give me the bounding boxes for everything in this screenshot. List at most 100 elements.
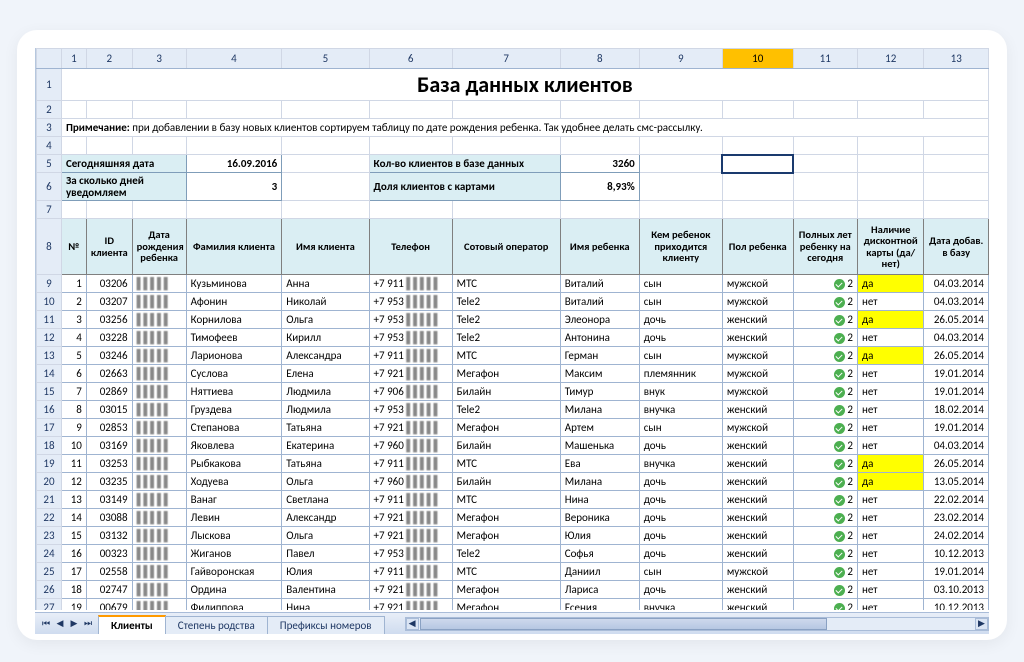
scroll-right-icon[interactable]: ▶ [975, 618, 988, 630]
cell[interactable] [857, 173, 924, 201]
row-header[interactable]: 13 [37, 347, 62, 365]
sheet-tab[interactable]: Степень родства [165, 616, 268, 634]
cell-birthdate-redacted[interactable]: ▌▌▌▌▌ [132, 419, 186, 437]
cell-date-added[interactable]: 19.01.2014 [924, 563, 989, 581]
cell-operator[interactable]: Мегафон [452, 599, 560, 610]
cell[interactable] [132, 101, 186, 119]
cell-id[interactable]: 03246 [86, 347, 132, 365]
cell[interactable] [282, 155, 369, 173]
cell-phone[interactable]: +7 911 ▌▌▌▌▌ [369, 347, 452, 365]
cell-id[interactable]: 03132 [86, 527, 132, 545]
table-column-header[interactable]: Полных лет ребенку на сегодня [793, 219, 857, 275]
cell-date-added[interactable]: 03.10.2013 [924, 581, 989, 599]
cell-age[interactable]: 2 [793, 473, 857, 491]
cell-date-added[interactable]: 04.03.2014 [924, 293, 989, 311]
cell-lastname[interactable]: Кузьминова [186, 275, 282, 293]
tab-next-icon[interactable]: ▶ [67, 617, 81, 631]
cell-child-name[interactable]: Лариса [560, 581, 639, 599]
cell[interactable] [722, 173, 793, 201]
cell-n[interactable]: 4 [61, 329, 86, 347]
table-column-header[interactable]: ID клиента [86, 219, 132, 275]
row-header[interactable]: 1 [37, 69, 62, 101]
row-header[interactable]: 14 [37, 365, 62, 383]
cell[interactable] [452, 137, 560, 155]
cell-date-added[interactable]: 13.05.2014 [924, 473, 989, 491]
table-column-header[interactable]: Кем ребенок приходится клиенту [639, 219, 722, 275]
table-column-header[interactable]: Сотовый оператор [452, 219, 560, 275]
cell-date-added[interactable]: 04.03.2014 [924, 275, 989, 293]
cell-relation[interactable]: сын [639, 419, 722, 437]
cell-child-name[interactable]: Даниил [560, 563, 639, 581]
cell[interactable] [452, 101, 560, 119]
cell[interactable] [639, 101, 722, 119]
cell[interactable] [924, 201, 989, 219]
table-column-header[interactable]: № [61, 219, 86, 275]
cell-has-card[interactable]: нет [857, 509, 924, 527]
column-header[interactable]: 3 [132, 49, 186, 69]
cell-date-added[interactable]: 24.02.2014 [924, 527, 989, 545]
cell-birthdate-redacted[interactable]: ▌▌▌▌▌ [132, 365, 186, 383]
cell-lastname[interactable]: Ходуева [186, 473, 282, 491]
cell[interactable] [86, 137, 132, 155]
cell-age[interactable]: 2 [793, 383, 857, 401]
row-header[interactable]: 22 [37, 509, 62, 527]
scroll-left-icon[interactable]: ◀ [406, 618, 419, 630]
cell-has-card[interactable]: да [857, 347, 924, 365]
cell-relation[interactable]: племянник [639, 365, 722, 383]
cell-firstname[interactable]: Нина [282, 599, 369, 610]
cell-has-card[interactable]: нет [857, 365, 924, 383]
cell-sex[interactable]: женский [722, 311, 793, 329]
cell-phone[interactable]: +7 921 ▌▌▌▌▌ [369, 509, 452, 527]
cell-date-added[interactable]: 18.02.2014 [924, 401, 989, 419]
cell-age[interactable]: 2 [793, 365, 857, 383]
row-header[interactable]: 3 [37, 119, 62, 137]
row-header[interactable]: 9 [37, 275, 62, 293]
cell[interactable] [924, 173, 989, 201]
row-header[interactable]: 21 [37, 491, 62, 509]
cell-operator[interactable]: Мегафон [452, 365, 560, 383]
cell-date-added[interactable]: 26.05.2014 [924, 455, 989, 473]
cell-id[interactable]: 02558 [86, 563, 132, 581]
cell-firstname[interactable]: Валентина [282, 581, 369, 599]
horizontal-scrollbar[interactable]: ◀ ▶ [405, 617, 989, 631]
cell-age[interactable]: 2 [793, 509, 857, 527]
cell-birthdate-redacted[interactable]: ▌▌▌▌▌ [132, 383, 186, 401]
table-column-header[interactable]: Дата добав. в базу [924, 219, 989, 275]
cell-relation[interactable]: сын [639, 275, 722, 293]
cell-operator[interactable]: Мегафон [452, 581, 560, 599]
cell-relation[interactable]: дочь [639, 311, 722, 329]
cell-firstname[interactable]: Людмила [282, 383, 369, 401]
cell-relation[interactable]: сын [639, 347, 722, 365]
cell-age[interactable]: 2 [793, 401, 857, 419]
cell[interactable] [186, 137, 282, 155]
cell-birthdate-redacted[interactable]: ▌▌▌▌▌ [132, 563, 186, 581]
cell[interactable] [132, 201, 186, 219]
row-header[interactable]: 2 [37, 101, 62, 119]
cell-firstname[interactable]: Елена [282, 365, 369, 383]
row-header[interactable]: 10 [37, 293, 62, 311]
cell-operator[interactable]: МТС [452, 275, 560, 293]
cell-date-added[interactable]: 10.12.2013 [924, 599, 989, 610]
row-header[interactable]: 8 [37, 219, 62, 275]
table-column-header[interactable]: Наличие дисконтной карты (да/нет) [857, 219, 924, 275]
cell-id[interactable]: 03207 [86, 293, 132, 311]
cell-id[interactable]: 03015 [86, 401, 132, 419]
cell-id[interactable]: 03088 [86, 509, 132, 527]
cell-lastname[interactable]: Степанова [186, 419, 282, 437]
cell[interactable] [369, 201, 452, 219]
cell[interactable] [560, 201, 639, 219]
cell-has-card[interactable]: нет [857, 527, 924, 545]
cell-age[interactable]: 2 [793, 419, 857, 437]
cell-has-card[interactable]: нет [857, 581, 924, 599]
column-header[interactable]: 11 [793, 49, 857, 69]
cell-date-added[interactable]: 19.01.2014 [924, 419, 989, 437]
cell-operator[interactable]: Tele2 [452, 401, 560, 419]
cell-phone[interactable]: +7 911 ▌▌▌▌▌ [369, 491, 452, 509]
cell[interactable] [61, 137, 86, 155]
cell-phone[interactable]: +7 953 ▌▌▌▌▌ [369, 311, 452, 329]
cell-date-added[interactable]: 04.03.2014 [924, 329, 989, 347]
cell-has-card[interactable]: нет [857, 563, 924, 581]
cell-phone[interactable]: +7 953 ▌▌▌▌▌ [369, 293, 452, 311]
cell-date-added[interactable]: 26.05.2014 [924, 347, 989, 365]
cell-firstname[interactable]: Павел [282, 545, 369, 563]
